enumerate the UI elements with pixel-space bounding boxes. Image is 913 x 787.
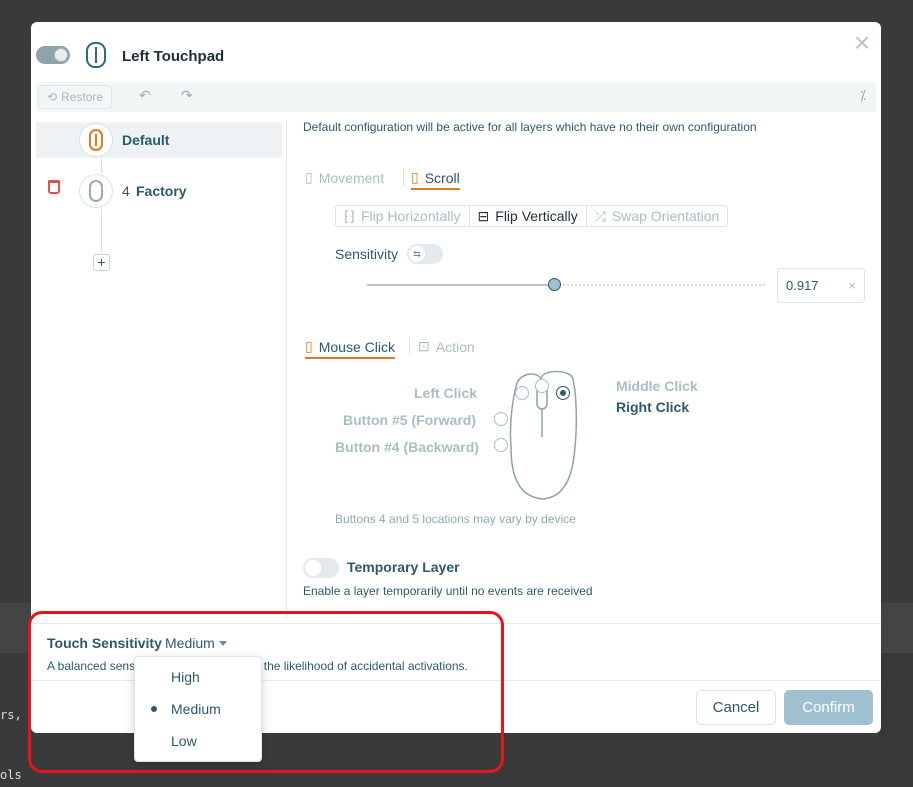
flip-horizontal-icon: ⁅⁆: [344, 207, 355, 224]
mouse-icon: ▯: [305, 338, 313, 354]
enable-toggle[interactable]: [36, 46, 70, 64]
touch-sensitivity-value: Medium: [165, 635, 215, 651]
description-part-left: A balanced sensi: [47, 659, 138, 673]
touch-sensitivity-select[interactable]: Medium: [165, 635, 227, 651]
middle-click-button[interactable]: [535, 379, 549, 393]
touchpad-icon: [86, 42, 106, 68]
undo-icon[interactable]: ↶: [139, 87, 151, 104]
config-description: Default configuration will be active for…: [303, 120, 757, 134]
slider-handle[interactable]: [548, 278, 561, 291]
close-icon[interactable]: ×: [849, 29, 875, 57]
scroll-options: ⁅⁆ Flip Horizontally ⊟ Flip Vertically ⤮…: [335, 205, 729, 227]
button5-dot[interactable]: [494, 412, 508, 426]
tab-mouse-click[interactable]: ▯ Mouse Click: [305, 338, 395, 359]
temporary-layer-toggle[interactable]: [303, 558, 339, 578]
confirm-button[interactable]: Confirm: [784, 690, 873, 725]
flip-vertical-icon: ⊟: [477, 207, 490, 224]
option-low[interactable]: Low: [135, 726, 261, 756]
sensitivity-toggle[interactable]: ⇆: [407, 244, 443, 264]
touch-sensitivity-dropdown: High Medium Low: [134, 656, 262, 762]
tab-action[interactable]: ⊡ Action: [418, 338, 475, 355]
tab-separator: [409, 337, 410, 355]
scroll-icon: [79, 123, 113, 157]
swap-orientation-button[interactable]: ⤮ Swap Orientation: [587, 206, 728, 226]
layer-connector: [101, 157, 102, 173]
swap-orientation-label: Swap Orientation: [611, 208, 720, 224]
button4-label[interactable]: Button #4 (Backward): [335, 439, 479, 455]
right-click-button[interactable]: [556, 386, 570, 400]
restore-button[interactable]: ⟲ Restore: [38, 85, 113, 109]
touchpad-icon: [79, 174, 113, 208]
temporary-layer-description: Enable a layer temporarily until no even…: [303, 584, 593, 598]
background-text-1: rs,: [0, 708, 22, 722]
sensitivity-value: 0.917: [786, 278, 819, 293]
tab-scroll[interactable]: ▯ Scroll: [411, 169, 460, 190]
clear-icon[interactable]: ×: [848, 278, 856, 293]
toolbar: ⟲ Restore ↶ ↷ ⁒: [36, 82, 876, 112]
layer-connector: [101, 209, 102, 253]
left-click-button[interactable]: [515, 386, 529, 400]
tab-scroll-label: Scroll: [424, 169, 460, 186]
sensitivity-icon: ⇆: [409, 246, 425, 262]
dialog-title: Left Touchpad: [122, 48, 225, 65]
sensitivity-slider[interactable]: [367, 278, 765, 291]
flip-vertically-label: Flip Vertically: [495, 208, 578, 224]
option-low-label: Low: [171, 733, 197, 749]
option-medium-label: Medium: [171, 701, 221, 717]
dialog-header: Left Touchpad: [31, 40, 731, 74]
left-click-label[interactable]: Left Click: [414, 385, 477, 401]
restore-label: Restore: [61, 90, 104, 104]
movement-icon: ▯: [305, 169, 313, 185]
layer-item-factory[interactable]: 4 Factory: [36, 173, 282, 209]
layer-label: Default: [122, 132, 170, 148]
add-layer-button[interactable]: +: [93, 254, 110, 271]
button5-label[interactable]: Button #5 (Forward): [343, 412, 476, 428]
cancel-button[interactable]: Cancel: [696, 690, 776, 725]
middle-click-label[interactable]: Middle Click: [616, 378, 698, 394]
layer-item-default[interactable]: Default: [36, 122, 282, 158]
section-divider: [31, 623, 881, 624]
slider-fill: [367, 284, 554, 286]
button4-dot[interactable]: [494, 438, 508, 452]
panel-divider: [286, 120, 287, 620]
flip-horizontally-button[interactable]: ⁅⁆ Flip Horizontally: [336, 206, 470, 226]
background-text-2: ols: [0, 768, 22, 782]
chevron-down-icon: [218, 640, 227, 646]
description-part-right: es the likelihood of accidental activati…: [247, 659, 468, 673]
layers-panel: Default 4 Factory +: [36, 120, 286, 620]
swap-icon: ⤮: [594, 207, 606, 224]
temporary-layer-label: Temporary Layer: [347, 559, 460, 575]
touchpad-settings-dialog: × Left Touchpad ⟲ Restore ↶ ↷ ⁒ Default …: [31, 22, 881, 733]
sensitivity-input[interactable]: 0.917 ×: [777, 268, 865, 303]
touch-sensitivity-label: Touch Sensitivity: [47, 635, 162, 651]
buttons-note: Buttons 4 and 5 locations may vary by de…: [335, 512, 576, 526]
tab-action-label: Action: [435, 338, 475, 355]
flip-vertically-button[interactable]: ⊟ Flip Vertically: [470, 206, 587, 226]
tab-movement-label: Movement: [318, 169, 385, 186]
flip-horizontally-label: Flip Horizontally: [360, 208, 461, 224]
keyboard-icon: ⊡: [418, 338, 430, 354]
option-medium[interactable]: Medium: [135, 694, 261, 724]
sensitivity-label: Sensitivity: [335, 246, 399, 262]
tab-mouse-click-label: Mouse Click: [318, 338, 395, 355]
option-high-label: High: [171, 669, 200, 685]
restore-icon: ⟲: [47, 90, 58, 104]
option-high[interactable]: High: [135, 662, 261, 692]
scroll-icon: ▯: [411, 169, 419, 185]
selected-bullet-icon: [151, 706, 157, 712]
tab-movement[interactable]: ▯ Movement: [305, 169, 384, 186]
reset-icon[interactable]: ⁒: [860, 87, 866, 104]
layer-index: 4: [122, 183, 130, 199]
right-click-label[interactable]: Right Click: [616, 399, 689, 415]
background-edge: [881, 653, 913, 787]
redo-icon[interactable]: ↷: [181, 87, 193, 104]
layer-label: Factory: [136, 183, 187, 199]
tab-separator: [403, 168, 404, 186]
